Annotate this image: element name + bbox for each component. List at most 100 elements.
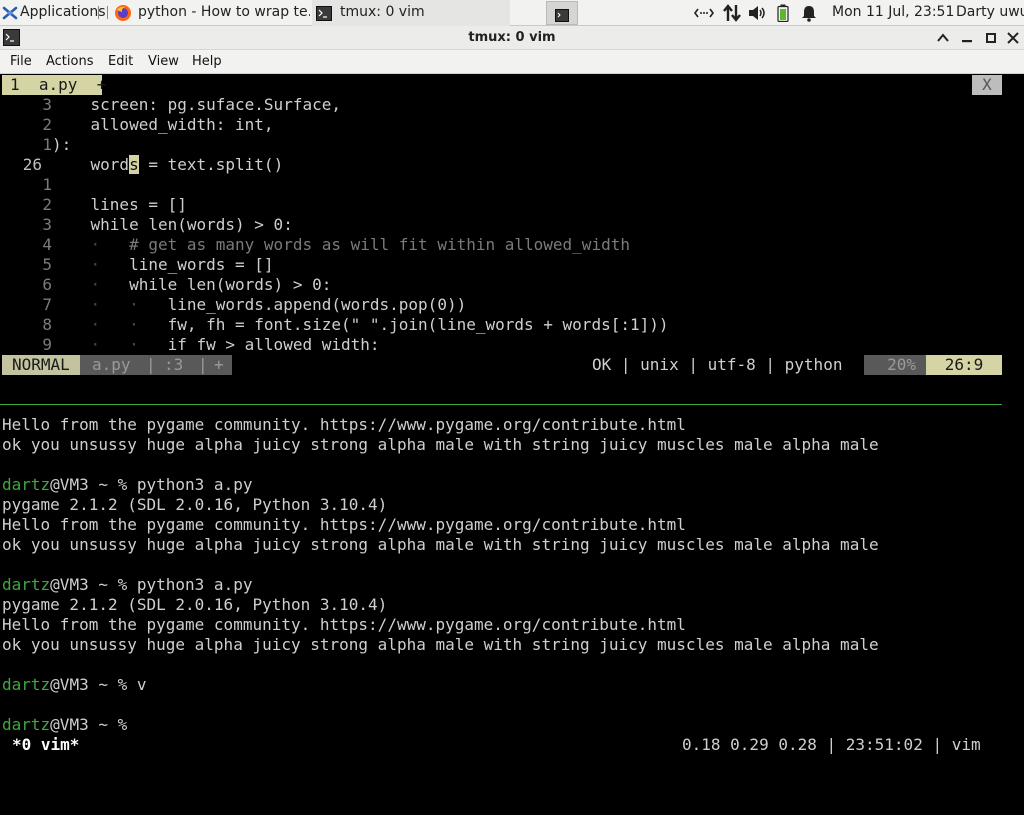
shell-text: Hello from the pygame community. https:/… <box>2 415 686 434</box>
menu-edit[interactable]: Edit <box>108 50 133 74</box>
clock[interactable]: Mon 11 Jul, 23:51 <box>832 0 954 26</box>
prompt-user: dartz <box>2 475 51 494</box>
shell-output-line: ok you unsussy huge alpha juicy strong a… <box>2 435 879 455</box>
window-close-button[interactable] <box>1006 31 1020 45</box>
code-text: word <box>52 155 130 174</box>
tmux-status-right: 0.18 0.29 0.28 | 23:51:02 | vim <box>682 735 981 754</box>
code-line: 8 · · fw, fh = font.size(" ".join(line_w… <box>2 315 669 335</box>
applications-label: Applications <box>20 4 106 20</box>
menu-view[interactable]: View <box>148 50 179 74</box>
line-number: 5 <box>42 255 52 274</box>
shell-text: Hello from the pygame community. https:/… <box>2 615 686 634</box>
vim-tab-active[interactable]: 1 a.py + <box>2 75 106 95</box>
battery-icon[interactable] <box>777 4 789 23</box>
shell-text: pygame 2.1.2 (SDL 2.0.16, Python 3.10.4) <box>2 595 388 614</box>
line-number: 1 <box>42 135 52 154</box>
vim-status-position: 26:9 <box>926 355 1002 375</box>
code-line: 1): <box>2 135 71 155</box>
shell-prompt-line: dartz@VM3 ~ % python3 a.py <box>2 475 252 495</box>
code-line: 1 <box>2 175 52 195</box>
workspace-window-icon <box>555 6 569 22</box>
vim-status-separator: | <box>146 355 156 374</box>
prompt-command: @VM3 ~ % v <box>50 675 147 694</box>
window-maximize-button[interactable] <box>984 31 998 45</box>
vim-status-fileinfo: OK | unix | utf-8 | python <box>592 355 843 374</box>
shell-output-line: ok you unsussy huge alpha juicy strong a… <box>2 635 879 655</box>
indent-guide: · <box>52 235 130 254</box>
window-minimize-button[interactable] <box>960 31 974 45</box>
code-text: screen: pg.suface.Surface, <box>52 95 341 114</box>
shell-output-line: pygame 2.1.2 (SDL 2.0.16, Python 3.10.4) <box>2 495 387 515</box>
vim-status-separator: | <box>198 355 208 374</box>
menu-file[interactable]: File <box>10 50 32 74</box>
line-number: 3 <box>42 215 52 234</box>
line-number: 6 <box>42 275 52 294</box>
shell-prompt-line: dartz@VM3 ~ % python3 a.py <box>2 575 252 595</box>
code-line: 9 · · if fw > allowed_width: <box>2 335 380 353</box>
network-activity-icon[interactable] <box>722 4 742 22</box>
line-number: 1 <box>42 175 52 194</box>
vim-mode: NORMAL <box>2 355 80 375</box>
volume-icon[interactable] <box>748 5 768 21</box>
window-shade-button[interactable] <box>936 31 950 45</box>
terminal-area[interactable]: 1 a.py + X 3 screen: pg.suface.Surface, … <box>0 75 1024 768</box>
pane-split-border[interactable] <box>0 404 1002 405</box>
user-menu[interactable]: Darty uwu <box>956 0 1024 26</box>
vim-cursor: s <box>129 155 139 174</box>
taskbar-item-terminal[interactable]: tmux: 0 vim <box>312 0 510 26</box>
code-text: lines = [] <box>52 195 187 214</box>
code-line: 3 while len(words) > 0: <box>2 215 293 235</box>
menu-bar: File Actions Edit View Help <box>0 50 1024 74</box>
tmux-window-tab[interactable]: *0 vim* <box>12 735 79 755</box>
shell-text: ok you unsussy huge alpha juicy strong a… <box>2 435 879 454</box>
code-comment: # get as many words as will fit within a… <box>129 235 630 254</box>
window-titlebar[interactable]: tmux: 0 vim <box>0 26 1024 50</box>
firefox-icon <box>114 4 132 22</box>
shell-output-line: Hello from the pygame community. https:/… <box>2 415 686 435</box>
code-line: 2 lines = [] <box>2 195 187 215</box>
current-line-number: 26 <box>22 155 42 174</box>
shell-output-line: ok you unsussy huge alpha juicy strong a… <box>2 535 879 555</box>
code-line: 4 · # get as many words as will fit with… <box>2 235 630 255</box>
shell-prompt-line[interactable]: dartz@VM3 ~ % <box>2 715 137 735</box>
notification-bell-icon[interactable] <box>801 4 817 22</box>
code-line-current: 26 words = text.split() <box>2 155 283 175</box>
indent-guide: · · <box>52 315 168 334</box>
code-text: while len(words) > 0: <box>52 215 293 234</box>
vim-status-file-section: a.py | :3 | + <box>80 355 232 375</box>
code-line: 3 screen: pg.suface.Surface, <box>2 95 341 115</box>
network-icon[interactable] <box>694 5 714 21</box>
prompt-user: dartz <box>2 675 51 694</box>
vim-status-filename: a.py <box>92 355 131 374</box>
shell-text: ok you unsussy huge alpha juicy strong a… <box>2 635 879 654</box>
line-number: 7 <box>42 295 52 314</box>
indent-guide: · <box>52 255 130 274</box>
shell-output-line: Hello from the pygame community. https:/… <box>2 515 686 535</box>
vim-statusline: NORMAL a.py | :3 | + OK | unix | utf-8 |… <box>2 355 1002 375</box>
code-line: 7 · · line_words.append(words.pop(0)) <box>2 295 466 315</box>
code-text: fw, fh = font.size(" ".join(line_words +… <box>167 315 669 334</box>
xfce-logo-icon <box>2 5 18 21</box>
window-title: tmux: 0 vim <box>468 30 556 45</box>
code-text: line_words = [] <box>129 255 274 274</box>
vim-tab-close-button[interactable]: X <box>972 75 1002 95</box>
code-text: if fw > allowed_width: <box>167 335 380 353</box>
prompt-command: @VM3 ~ % <box>50 715 137 734</box>
firefox-task-label: python - How to wrap te... <box>138 4 310 20</box>
taskbar-item-firefox[interactable]: python - How to wrap te... <box>110 0 310 26</box>
indent-guide: · · <box>52 295 168 314</box>
prompt-command: @VM3 ~ % python3 a.py <box>50 475 253 494</box>
menu-help[interactable]: Help <box>192 50 222 74</box>
terminal-icon <box>316 5 332 21</box>
line-number: 2 <box>42 115 52 134</box>
vim-status-line-indicator: :3 <box>164 355 184 374</box>
applications-menu[interactable]: Applications <box>0 0 108 26</box>
prompt-user: dartz <box>2 715 51 734</box>
shell-prompt-line: dartz@VM3 ~ % v <box>2 675 147 695</box>
workspace-switcher[interactable] <box>546 1 578 25</box>
tmux-statusbar: *0 vim* 0.18 0.29 0.28 | 23:51:02 | vim <box>0 735 1024 757</box>
indent-guide: · · <box>52 335 168 353</box>
code-text: ): <box>52 135 72 154</box>
menu-actions[interactable]: Actions <box>46 50 94 74</box>
shell-output-line: pygame 2.1.2 (SDL 2.0.16, Python 3.10.4) <box>2 595 387 615</box>
